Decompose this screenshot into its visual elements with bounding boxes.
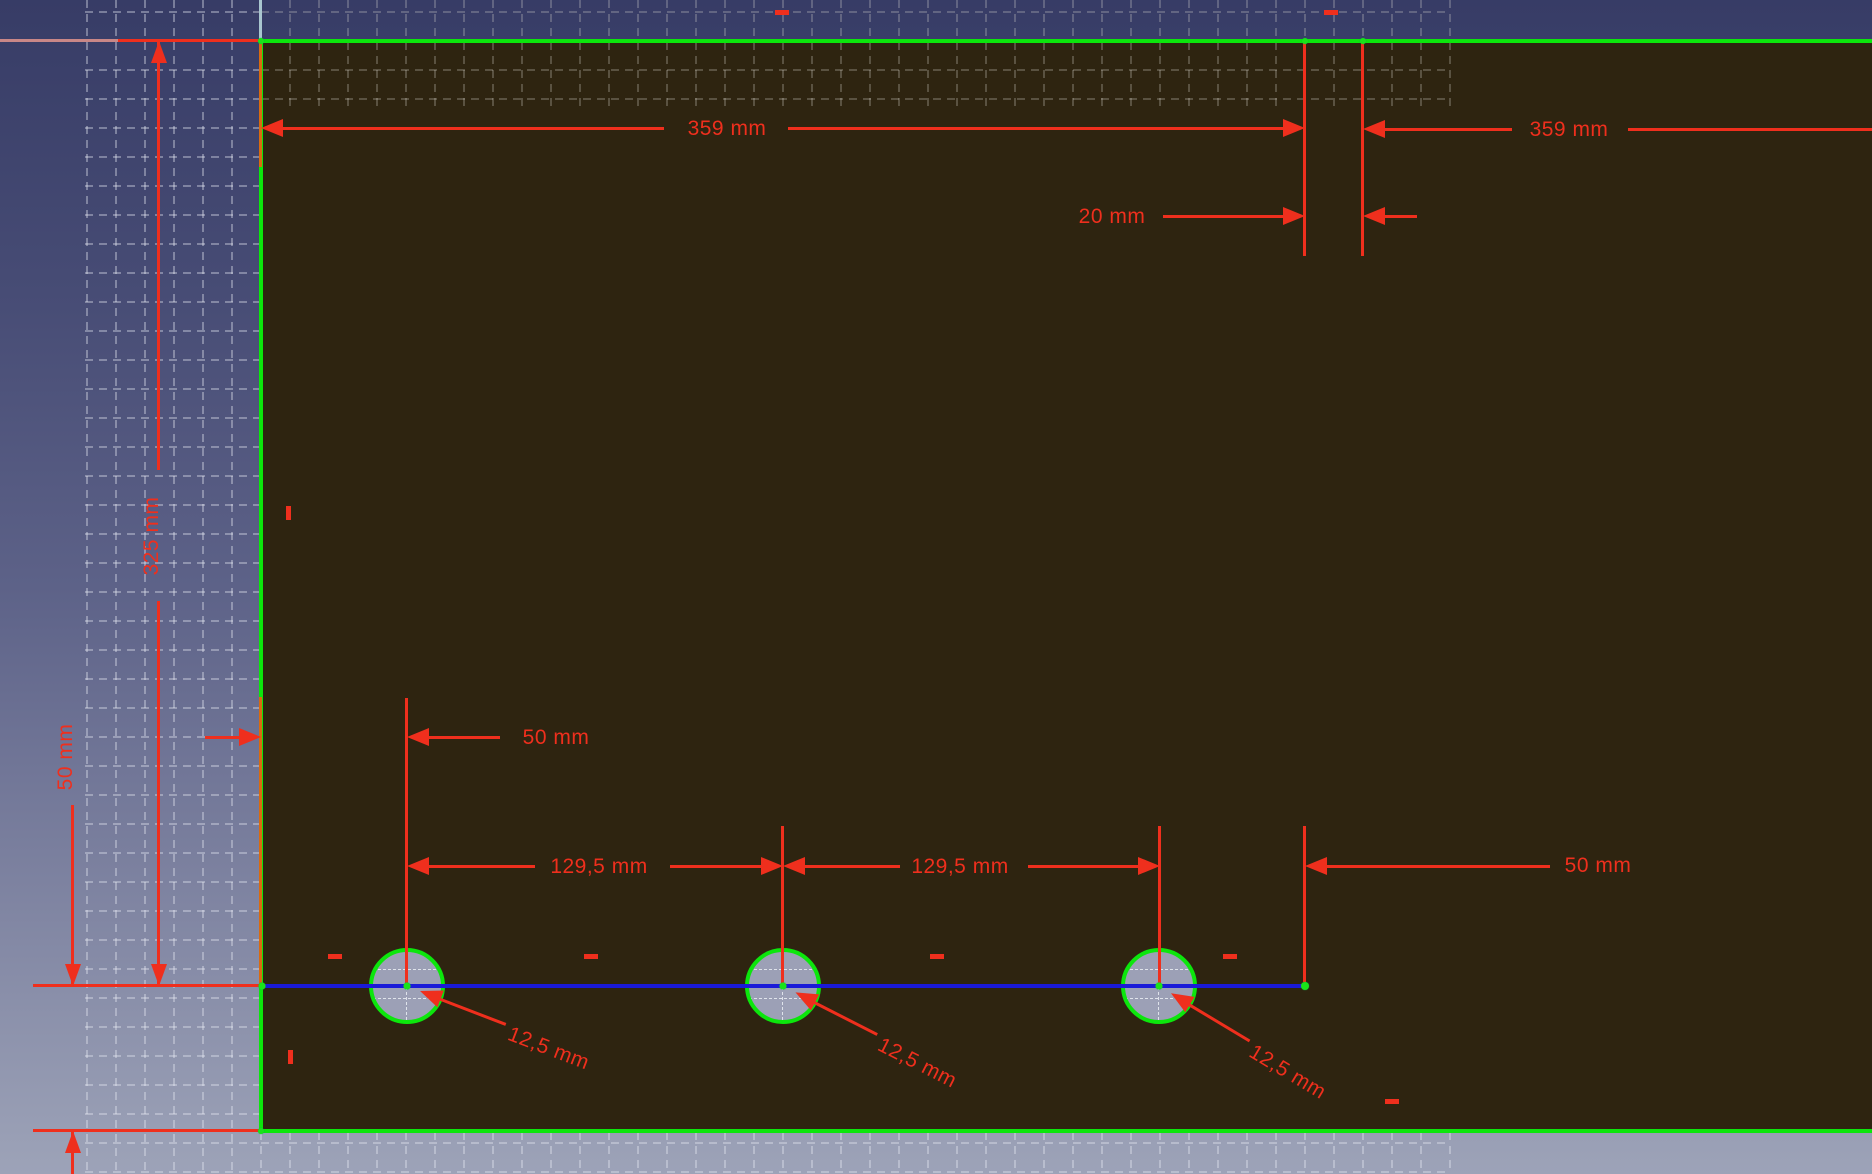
dim-20-line-a[interactable] [1163,215,1283,218]
dim-50-left-line-a[interactable] [71,805,74,985]
vertex-point[interactable] [1360,38,1366,44]
constraint-tick[interactable] [930,954,944,959]
constraint-tick[interactable] [775,10,789,15]
dimension-arrow[interactable] [761,857,783,875]
dim-50-first-line-a[interactable] [205,736,239,739]
constraint-tick[interactable] [288,1050,293,1064]
constraint-tick[interactable] [584,954,598,959]
dim-50-right-line[interactable] [1327,865,1550,868]
dim-50-first-line-b[interactable] [429,736,500,739]
dimension-helper-on-edge [259,41,262,167]
dim-359-top-line-b[interactable] [788,127,1283,130]
dim-129-left-line-b[interactable] [670,865,761,868]
constraint-tick[interactable] [328,954,342,959]
dim-359-top-label[interactable]: 359 mm [688,118,767,140]
dim-50-first-label[interactable]: 50 mm [523,727,590,749]
dim-325-label[interactable]: 325 mm [141,497,163,576]
extruded-face[interactable] [259,39,1872,1133]
face-edge-bottom[interactable] [259,1129,1872,1133]
dimension-arrow[interactable] [1138,857,1160,875]
vertex-point[interactable] [259,983,266,990]
dimension-arrow[interactable] [239,728,261,746]
vertex-point[interactable] [1301,982,1309,990]
dim-359-right-label[interactable]: 359 mm [1530,119,1609,141]
dim-325-line-a[interactable] [157,41,160,470]
dimension-arrow[interactable] [1283,119,1305,137]
x-axis [0,39,118,42]
dim-129-right-label[interactable]: 129,5 mm [911,856,1008,878]
dim-50-right-label[interactable]: 50 mm [1565,855,1632,877]
dim-359-right-line-a[interactable] [1385,128,1512,131]
dimension-arrow[interactable] [1305,857,1327,875]
dim-129-right-line-a[interactable] [805,865,900,868]
vertex-point[interactable] [780,983,787,990]
dimension-arrow[interactable] [1283,207,1305,225]
dimension-arrow[interactable] [1363,120,1385,138]
vertex-point[interactable] [258,1128,264,1134]
dim-50-left-label[interactable]: 50 mm [55,724,77,791]
dim-129-left-line-a[interactable] [429,865,535,868]
dimension-arrow[interactable] [783,857,805,875]
dim-359-right-line-b[interactable] [1628,128,1872,131]
dim-20-line-b[interactable] [1385,215,1417,218]
dim-129-right-line-b[interactable] [1028,865,1138,868]
dimension-arrow[interactable] [407,857,429,875]
dimension-arrow[interactable] [261,119,283,137]
sketch-viewport[interactable]: 359 mm 359 mm 20 mm 325 mm 50 mm 50 mm 129,5 m… [0,0,1872,1174]
vertex-point[interactable] [258,38,264,44]
constraint-tick[interactable] [286,506,291,520]
dimension-arrow[interactable] [151,964,167,986]
dimension-arrow[interactable] [65,964,81,986]
dimension-arrow[interactable] [151,41,167,63]
ext-line-top-edge[interactable] [118,39,261,42]
ext-endpoint-vertical[interactable] [1303,826,1306,982]
ext-circle2-vertical[interactable] [781,826,784,986]
face-edge-top[interactable] [259,39,1872,43]
constraint-tick[interactable] [1223,954,1237,959]
dimension-arrow[interactable] [65,1131,81,1153]
y-axis [259,0,262,39]
vertex-point[interactable] [1302,38,1308,44]
dim-325-line-b[interactable] [157,601,160,986]
dim-20-label[interactable]: 20 mm [1079,206,1146,228]
dim-129-left-label[interactable]: 129,5 mm [550,856,647,878]
vertex-point[interactable] [404,983,411,990]
dimension-arrow[interactable] [1363,207,1385,225]
dimension-arrow[interactable] [407,728,429,746]
constraint-tick[interactable] [1385,1099,1399,1104]
ext-circle3-vertical[interactable] [1158,826,1161,986]
vertex-point[interactable] [1156,983,1163,990]
dim-359-top-line-a[interactable] [283,127,664,130]
constraint-tick[interactable] [1324,10,1338,15]
